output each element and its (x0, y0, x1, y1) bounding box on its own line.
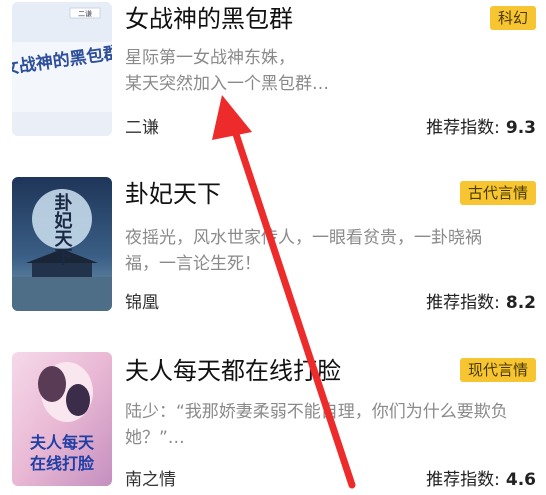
book-cover-art: 二谦 女战神的黑包群 (12, 2, 112, 136)
book-title[interactable]: 女战神的黑包群 (125, 3, 293, 35)
score-value: 8.2 (505, 293, 536, 313)
book-title[interactable]: 夫人每天都在线打脸 (125, 355, 341, 387)
genre-tag: 古代言情 (459, 181, 536, 205)
cover-small-text: 二谦 (78, 9, 92, 18)
book-description: 陆少：“我那娇妻柔弱不能自理，你们为什么要欺负 她？”… (125, 399, 537, 451)
score-label: 推荐指数: (426, 118, 500, 138)
desc-line: 她？”… (125, 428, 185, 448)
book-author: 南之情 (125, 470, 176, 490)
score-label: 推荐指数: (426, 293, 500, 313)
genre-tag: 科幻 (489, 6, 536, 30)
score-value: 4.6 (505, 470, 536, 490)
book-list: 二谦 女战神的黑包群 女战神的黑包群 科幻 星际第一女战神东姝， 某天突然加入一… (0, 0, 546, 495)
book-item[interactable]: 卦妃天下 卦妃天下 古代言情 夜摇光，风水世家传人，一眼看贫贵，一卦晓祸 福，一… (0, 175, 546, 315)
book-cover[interactable]: 二谦 女战神的黑包群 (12, 2, 112, 136)
desc-line: 陆少：“我那娇妻柔弱不能自理，你们为什么要欺负 (125, 402, 508, 422)
book-item[interactable]: 夫人每天 在线打脸 夫人每天都在线打脸 现代言情 陆少：“我那娇妻柔弱不能自理，… (0, 352, 546, 492)
book-title[interactable]: 卦妃天下 (125, 178, 221, 210)
cover-title-text: 夫人每天 (30, 433, 95, 452)
book-cover[interactable]: 夫人每天 在线打脸 (12, 352, 112, 486)
desc-line: 夜摇光，风水世家传人，一眼看贫贵，一卦晓祸 (125, 228, 482, 248)
desc-line: 某天突然加入一个黑包群… (125, 74, 329, 94)
book-author: 二谦 (125, 118, 159, 138)
recommend-score: 推荐指数: 9.3 (426, 116, 536, 140)
book-description: 夜摇光，风水世家传人，一眼看贫贵，一卦晓祸 福，一言论生死！ (125, 225, 537, 277)
book-cover-art: 夫人每天 在线打脸 (12, 352, 112, 486)
cover-title-text: 卦妃天下 (52, 192, 73, 266)
book-description: 星际第一女战神东姝， 某天突然加入一个黑包群… (125, 45, 537, 97)
score-value: 9.3 (505, 118, 536, 138)
book-cover-art: 卦妃天下 (12, 177, 112, 311)
desc-line: 福，一言论生死！ (125, 254, 261, 274)
book-cover[interactable]: 卦妃天下 (12, 177, 112, 311)
recommend-score: 推荐指数: 4.6 (426, 468, 536, 492)
book-item[interactable]: 二谦 女战神的黑包群 女战神的黑包群 科幻 星际第一女战神东姝， 某天突然加入一… (0, 0, 546, 140)
cover-title-text: 在线打脸 (30, 454, 95, 473)
desc-line: 星际第一女战神东姝， (125, 48, 295, 68)
recommend-score: 推荐指数: 8.2 (426, 291, 536, 315)
genre-tag: 现代言情 (459, 358, 536, 382)
book-author: 锦凰 (125, 293, 159, 313)
score-label: 推荐指数: (426, 470, 500, 490)
